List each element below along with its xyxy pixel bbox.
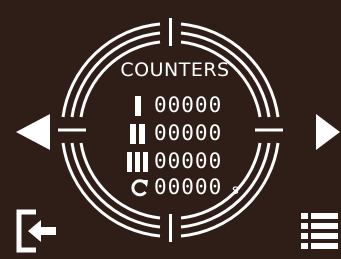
list-menu-icon[interactable] (300, 212, 339, 252)
cycle-counter-value: 00000 (154, 175, 223, 199)
counter-3-icon (127, 152, 148, 172)
arrow-right-icon[interactable] (314, 112, 341, 152)
counter-1-value: 00000 (154, 93, 223, 117)
arrow-left-icon[interactable] (14, 112, 52, 152)
counter-2-icon (130, 124, 145, 144)
counter-1-icon (135, 96, 141, 116)
counter-3-value: 00000 (154, 149, 223, 173)
cycle-icon (131, 179, 148, 197)
page-title: COUNTERS (120, 59, 230, 81)
counters-screen: COUNTERS 00000 00000 00000 00000 s (0, 0, 341, 259)
exit-icon[interactable] (16, 209, 62, 253)
cycle-unit: s (232, 183, 239, 198)
counter-2-value: 00000 (154, 121, 223, 145)
